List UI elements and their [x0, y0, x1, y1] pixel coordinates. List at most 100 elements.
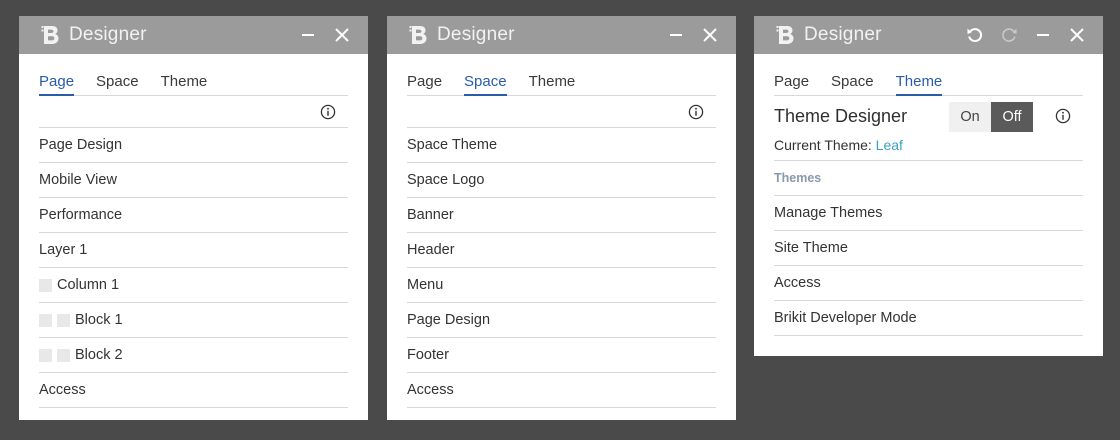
list-item-label: Column 1 — [57, 277, 120, 293]
list-item-label: Page Design — [39, 137, 123, 153]
tab-theme[interactable]: Theme — [895, 70, 943, 96]
list-item-label: Footer — [407, 347, 449, 363]
close-icon — [335, 28, 349, 42]
info-icon[interactable] — [688, 104, 704, 120]
list-item-label: Space Theme — [407, 137, 498, 153]
panel-title: Designer — [69, 24, 147, 45]
close-button[interactable] — [698, 23, 722, 47]
list-item-label: Manage Themes — [774, 205, 883, 221]
themes-section-header: Themes — [774, 160, 1083, 196]
info-row — [407, 96, 716, 128]
panel-titlebar[interactable]: Designer — [387, 16, 736, 54]
close-button[interactable] — [1065, 23, 1089, 47]
page-items-list: Page Design Mobile View Performance Laye… — [39, 128, 348, 408]
indent-marker — [57, 348, 70, 362]
brikit-b-logo-icon — [776, 25, 796, 45]
tab-space[interactable]: Space — [831, 70, 874, 96]
tab-bar: Page Space Theme — [407, 70, 716, 96]
list-item-layer-1[interactable]: Layer 1 — [39, 233, 348, 268]
minimize-icon — [670, 34, 682, 36]
tab-bar: Page Space Theme — [39, 70, 348, 96]
tab-theme[interactable]: Theme — [529, 70, 576, 96]
list-item-label: Performance — [39, 207, 123, 223]
toggle-on-option[interactable]: On — [949, 102, 991, 132]
list-item-label: Block 1 — [75, 312, 123, 328]
list-item-label: Menu — [407, 277, 444, 293]
brikit-b-logo-icon — [409, 25, 429, 45]
list-item-manage-themes[interactable]: Manage Themes — [774, 196, 1083, 231]
tab-theme[interactable]: Theme — [161, 70, 208, 96]
brikit-b-logo-icon — [41, 25, 61, 45]
list-item-banner[interactable]: Banner — [407, 198, 716, 233]
list-item-page-design[interactable]: Page Design — [39, 128, 348, 163]
list-item-block-2[interactable]: Block 2 — [39, 338, 348, 373]
list-item-brikit-developer-mode[interactable]: Brikit Developer Mode — [774, 301, 1083, 336]
list-item-label: Header — [407, 242, 455, 258]
indent-marker — [39, 313, 52, 327]
list-item-label: Access — [774, 275, 821, 291]
list-item-page-design[interactable]: Page Design — [407, 303, 716, 338]
designer-panel-space: Designer Page Space Theme Space Theme Sp… — [387, 16, 736, 420]
list-item-label: Brikit Developer Mode — [774, 310, 917, 326]
tab-bar: Page Space Theme — [774, 70, 1083, 96]
list-item-footer[interactable]: Footer — [407, 338, 716, 373]
panel-titlebar[interactable]: Designer — [754, 16, 1103, 54]
panel-title: Designer — [804, 24, 882, 45]
panel-title: Designer — [437, 24, 515, 45]
minimize-icon — [302, 34, 314, 36]
minimize-button[interactable] — [296, 23, 320, 47]
list-item-label: Mobile View — [39, 172, 117, 188]
minimize-button[interactable] — [664, 23, 688, 47]
close-icon — [1070, 28, 1084, 42]
tab-page[interactable]: Page — [407, 70, 442, 96]
tab-page[interactable]: Page — [774, 70, 809, 96]
list-item-mobile-view[interactable]: Mobile View — [39, 163, 348, 198]
list-item-label: Site Theme — [774, 240, 848, 256]
info-row — [39, 96, 348, 128]
info-icon[interactable] — [320, 104, 336, 120]
close-icon — [703, 28, 717, 42]
list-item-label: Page Design — [407, 312, 491, 328]
indent-marker — [39, 348, 52, 362]
undo-icon — [967, 28, 982, 43]
tab-space[interactable]: Space — [464, 70, 507, 96]
designer-panel-theme: Designer Page Space Theme Theme Designer… — [754, 16, 1103, 356]
list-item-access[interactable]: Access — [407, 373, 716, 408]
redo-button[interactable] — [997, 23, 1021, 47]
current-theme-label: Current Theme: — [774, 137, 872, 153]
list-item-label: Space Logo — [407, 172, 485, 188]
list-item-access[interactable]: Access — [39, 373, 348, 408]
list-item-menu[interactable]: Menu — [407, 268, 716, 303]
list-item-space-logo[interactable]: Space Logo — [407, 163, 716, 198]
list-item-site-theme[interactable]: Site Theme — [774, 231, 1083, 266]
designer-panel-page: Designer Page Space Theme Page Design Mo… — [19, 16, 368, 420]
info-icon[interactable] — [1055, 108, 1071, 124]
theme-items-list: Manage Themes Site Theme Access Brikit D… — [774, 196, 1083, 336]
list-item-block-1[interactable]: Block 1 — [39, 303, 348, 338]
list-item-performance[interactable]: Performance — [39, 198, 348, 233]
theme-designer-row: Theme Designer On Off Current Theme: Lea… — [774, 96, 1083, 154]
theme-designer-title: Theme Designer — [774, 106, 908, 126]
indent-marker — [39, 278, 52, 292]
indent-marker — [57, 313, 70, 327]
close-button[interactable] — [330, 23, 354, 47]
tab-space[interactable]: Space — [96, 70, 139, 96]
current-theme-link[interactable]: Leaf — [876, 137, 903, 153]
list-item-column-1[interactable]: Column 1 — [39, 268, 348, 303]
list-item-header[interactable]: Header — [407, 233, 716, 268]
list-item-label: Block 2 — [75, 347, 123, 363]
minimize-icon — [1037, 34, 1049, 36]
list-item-label: Access — [39, 382, 86, 398]
undo-button[interactable] — [963, 23, 987, 47]
panel-titlebar[interactable]: Designer — [19, 16, 368, 54]
redo-icon — [1002, 28, 1017, 42]
current-theme: Current Theme: Leaf — [774, 137, 903, 153]
space-items-list: Space Theme Space Logo Banner Header Men… — [407, 128, 716, 408]
tab-page[interactable]: Page — [39, 70, 75, 96]
list-item-space-theme[interactable]: Space Theme — [407, 128, 716, 163]
theme-designer-toggle[interactable]: On Off — [949, 102, 1033, 132]
list-item-access[interactable]: Access — [774, 266, 1083, 301]
toggle-off-option[interactable]: Off — [991, 102, 1033, 132]
list-item-label: Banner — [407, 207, 454, 223]
minimize-button[interactable] — [1031, 23, 1055, 47]
